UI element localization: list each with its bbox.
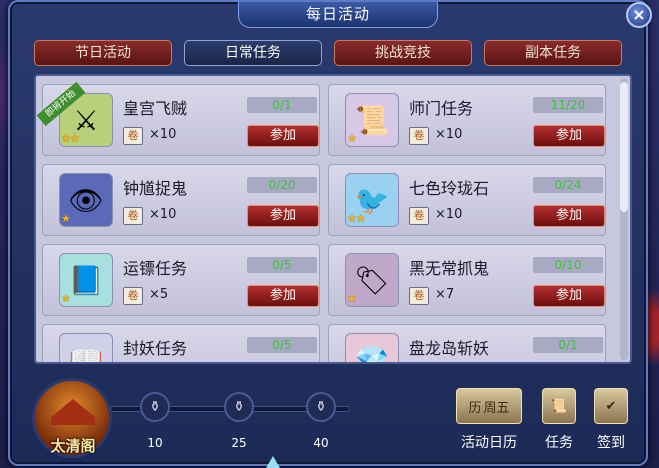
activity-name: 皇宫飞贼 bbox=[123, 99, 188, 118]
join-button[interactable]: 参加 bbox=[247, 285, 319, 307]
footer-bar: 太清阁 ⚱ 10 ⚱ 25 ⚱ 40 历 周五 活动日历 📜 任务 ✔ 签到 bbox=[10, 372, 646, 464]
join-button[interactable]: 参加 bbox=[533, 125, 605, 147]
milestone-chest-10[interactable]: ⚱ bbox=[140, 392, 170, 422]
signin-button[interactable]: ✔ bbox=[594, 388, 628, 424]
tab-challenge[interactable]: 挑战竞技 bbox=[334, 40, 472, 66]
join-button[interactable]: 参加 bbox=[247, 125, 319, 147]
chest-icon: ⚱ bbox=[149, 399, 161, 415]
tab-festival[interactable]: 节日活动 bbox=[34, 40, 172, 66]
activity-name: 运镖任务 bbox=[123, 259, 188, 278]
join-button[interactable]: 参加 bbox=[247, 205, 319, 227]
activity-name: 钟馗捉鬼 bbox=[123, 179, 188, 198]
reward-item-icon[interactable]: 卷 bbox=[409, 207, 429, 225]
daily-activity-window: 每日活动 × 节日活动 日常任务 挑战竞技 副本任务 ⚔ 即将开始 ★★ 皇宫飞… bbox=[8, 0, 652, 466]
join-button[interactable]: 参加 bbox=[533, 285, 605, 307]
reward-item-icon[interactable]: 卷 bbox=[409, 127, 429, 145]
activity-name: 黑无常抓鬼 bbox=[409, 259, 490, 278]
reward-item-icon[interactable]: 卷 bbox=[123, 127, 143, 145]
difficulty-stars: ★★ bbox=[347, 212, 366, 225]
reward-item-icon[interactable]: 卷 bbox=[409, 287, 429, 305]
difficulty-stars: ★ bbox=[61, 292, 71, 305]
difficulty-stars: ★★ bbox=[61, 132, 80, 145]
activity-progress: 0/5 bbox=[247, 257, 317, 273]
activity-card: 🏷 ★ 黑无常抓鬼 0/10 卷 ×7 参加 bbox=[328, 244, 606, 316]
close-button[interactable]: × bbox=[626, 2, 652, 28]
close-icon: × bbox=[632, 5, 646, 24]
reward-count: ×10 bbox=[149, 207, 177, 222]
calendar-icon: 历 bbox=[468, 400, 482, 416]
difficulty-stars: ★ bbox=[347, 292, 357, 305]
reward-count: ×10 bbox=[435, 127, 463, 142]
calendar-button[interactable]: 历 周五 bbox=[456, 388, 522, 424]
activity-building-button[interactable]: 太清阁 bbox=[32, 378, 112, 458]
activity-card: ⚔ 即将开始 ★★ 皇宫飞贼 0/1 卷 ×10 参加 bbox=[36, 81, 320, 156]
tab-daily[interactable]: 日常任务 bbox=[184, 40, 322, 66]
calendar-label: 活动日历 bbox=[461, 435, 517, 451]
activity-name: 七色玲珑石 bbox=[409, 179, 490, 198]
list-scrollbar[interactable] bbox=[620, 78, 628, 360]
activity-progress: 11/20 bbox=[533, 97, 603, 113]
reward-count: ×10 bbox=[435, 207, 463, 222]
tab-bar: 节日活动 日常任务 挑战竞技 副本任务 bbox=[34, 40, 624, 66]
activity-progress: 0/20 bbox=[247, 177, 317, 193]
reward-item-icon[interactable]: 卷 bbox=[123, 287, 143, 305]
activity-card: 📜 ★ 师门任务 11/20 卷 ×10 参加 bbox=[328, 84, 606, 156]
treasure-icon[interactable]: 💎 bbox=[345, 333, 399, 362]
activity-name: 师门任务 bbox=[409, 99, 474, 118]
tab-dungeon[interactable]: 副本任务 bbox=[484, 40, 622, 66]
mouse-cursor-icon bbox=[266, 456, 280, 468]
book-icon[interactable]: 📖 bbox=[59, 333, 113, 362]
milestone-label: 10 bbox=[147, 436, 163, 450]
window-title: 每日活动 bbox=[238, 2, 438, 28]
activity-card: 🐦 ★★ 七色玲珑石 0/24 卷 ×10 参加 bbox=[328, 164, 606, 236]
pagoda-icon bbox=[51, 399, 95, 425]
milestone-chest-40[interactable]: ⚱ bbox=[306, 392, 336, 422]
activity-card: 👁 ★ 钟馗捉鬼 0/20 卷 ×10 参加 bbox=[42, 164, 320, 236]
scroll-icon: 📜 bbox=[550, 398, 568, 414]
milestone-label: 25 bbox=[231, 436, 247, 450]
reward-item-icon[interactable]: 卷 bbox=[123, 207, 143, 225]
difficulty-stars: ★ bbox=[347, 132, 357, 145]
activity-name: 封妖任务 bbox=[123, 339, 188, 358]
activity-name: 盘龙岛斩妖 bbox=[409, 339, 490, 358]
task-label: 任务 bbox=[545, 435, 573, 451]
task-button[interactable]: 📜 bbox=[542, 388, 576, 424]
calendar-day: 周五 bbox=[483, 400, 510, 416]
difficulty-stars: ★ bbox=[61, 212, 71, 225]
reward-count: ×10 bbox=[149, 127, 177, 142]
activity-progress: 0/24 bbox=[533, 177, 603, 193]
activity-progress: 0/1 bbox=[533, 337, 603, 353]
scroll-thumb[interactable] bbox=[620, 82, 628, 212]
milestone-label: 40 bbox=[313, 436, 329, 450]
activity-progress: 0/1 bbox=[247, 97, 317, 113]
activity-progress: 0/10 bbox=[533, 257, 603, 273]
milestone-chest-25[interactable]: ⚱ bbox=[224, 392, 254, 422]
building-label: 太清阁 bbox=[50, 437, 96, 455]
join-button[interactable]: 参加 bbox=[533, 205, 605, 227]
checkmark-icon: ✔ bbox=[605, 398, 617, 414]
activity-card: 📘 ★ 运镖任务 0/5 卷 ×5 参加 bbox=[42, 244, 320, 316]
chest-icon: ⚱ bbox=[233, 399, 245, 415]
signin-label: 签到 bbox=[597, 435, 625, 451]
activity-card: 💎 盘龙岛斩妖 0/1 bbox=[328, 324, 606, 362]
chest-icon: ⚱ bbox=[315, 399, 327, 415]
activity-progress: 0/5 bbox=[247, 337, 317, 353]
reward-count: ×5 bbox=[149, 287, 169, 302]
reward-count: ×7 bbox=[435, 287, 455, 302]
activity-list[interactable]: ⚔ 即将开始 ★★ 皇宫飞贼 0/1 卷 ×10 参加 📜 ★ 师门任务 11/… bbox=[34, 74, 632, 364]
activity-card: 📖 封妖任务 0/5 bbox=[42, 324, 320, 362]
